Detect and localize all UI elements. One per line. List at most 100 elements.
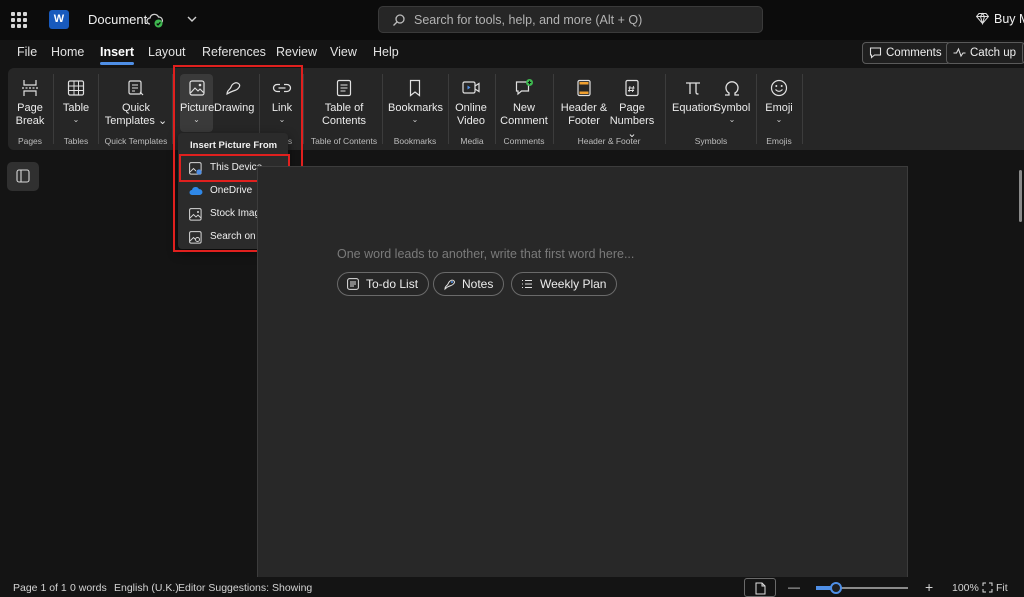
- buy-button[interactable]: Buy M: [976, 12, 1024, 26]
- new-comment-button[interactable]: New Comment: [500, 78, 548, 128]
- vertical-scrollbar[interactable]: [1019, 170, 1022, 222]
- group-label-media: Media: [460, 136, 484, 146]
- ribbon-separator: [665, 74, 666, 144]
- print-layout-view-button[interactable]: [744, 578, 776, 597]
- fit-icon: [982, 582, 993, 593]
- zoom-slider[interactable]: [816, 582, 908, 594]
- emoji-label: Emoji: [765, 102, 793, 114]
- weekly-plan-label: Weekly Plan: [540, 277, 607, 291]
- tab-review[interactable]: Review: [276, 45, 317, 59]
- chevron-down-icon: ⌄: [728, 115, 736, 124]
- ribbon-separator: [495, 74, 496, 144]
- tab-layout[interactable]: Layout: [148, 45, 186, 59]
- tab-home[interactable]: Home: [51, 45, 84, 59]
- word-logo: W: [49, 10, 69, 29]
- zoom-in-button[interactable]: +: [925, 579, 933, 595]
- tab-view[interactable]: View: [330, 45, 357, 59]
- online-video-label-1: Online: [455, 102, 487, 114]
- zoom-out-button[interactable]: —: [788, 580, 800, 594]
- pi-icon: [686, 82, 700, 95]
- group-label-pages: Pages: [17, 136, 43, 146]
- search-input[interactable]: [414, 11, 754, 29]
- tab-references[interactable]: References: [202, 45, 266, 59]
- catch-up-button[interactable]: Catch up: [946, 42, 1024, 64]
- group-label-comments: Comments: [503, 136, 545, 146]
- table-of-contents-button[interactable]: Table of Contents: [318, 78, 370, 128]
- ribbon-separator: [553, 74, 554, 144]
- cloud-saved-icon[interactable]: [146, 11, 164, 29]
- document-title[interactable]: Document: [88, 12, 147, 27]
- online-video-label-2: Video: [457, 115, 485, 127]
- tab-insert[interactable]: Insert: [100, 45, 135, 65]
- bookmarks-button[interactable]: Bookmarks ⌄: [388, 78, 444, 125]
- todo-list-label: To-do List: [366, 277, 419, 291]
- symbol-button[interactable]: Symbol ⌄: [713, 78, 751, 125]
- new-comment-icon: [515, 79, 533, 96]
- comment-icon: [869, 47, 882, 59]
- comments-label: Comments: [886, 47, 942, 59]
- search-box[interactable]: [378, 6, 763, 33]
- table-button[interactable]: Table ⌄: [60, 78, 92, 125]
- quick-templates-label-1: Quick: [121, 102, 151, 114]
- page-numbers-label-1: Page: [619, 102, 645, 114]
- editor-suggestions-status[interactable]: Editor Suggestions: Showing: [178, 582, 312, 594]
- bookmark-icon: [409, 79, 421, 97]
- chip-todo-list[interactable]: To-do List: [337, 272, 430, 296]
- status-bar: Page 1 of 1 0 words English (U.K.) Edito…: [0, 577, 1024, 597]
- navigation-pane-button[interactable]: [7, 162, 39, 191]
- ribbon-separator: [98, 74, 99, 144]
- group-label-symbols: Symbols: [694, 136, 728, 146]
- fit-button[interactable]: Fit: [982, 582, 1008, 594]
- page-break-button[interactable]: Page Break: [14, 78, 46, 128]
- fit-label: Fit: [996, 582, 1008, 594]
- table-icon: [67, 80, 85, 96]
- chip-weekly-plan[interactable]: Weekly Plan: [511, 272, 618, 296]
- chevron-down-icon: ⌄: [411, 115, 419, 124]
- chevron-down-icon[interactable]: [185, 12, 199, 26]
- equation-button[interactable]: Equation: [672, 78, 715, 115]
- search-icon: [393, 14, 405, 26]
- group-label-tables: Tables: [63, 136, 89, 146]
- group-label-bookmarks: Bookmarks: [393, 136, 437, 146]
- chip-notes[interactable]: Notes: [433, 272, 505, 296]
- header-footer-button[interactable]: Header & Footer: [560, 78, 608, 128]
- omega-icon: [725, 81, 739, 96]
- toc-label-2: Contents: [321, 115, 367, 127]
- buy-label: Buy M: [994, 12, 1024, 26]
- page-count[interactable]: Page 1 of 1: [13, 582, 67, 594]
- header-footer-label-1: Header &: [560, 102, 608, 114]
- bookmarks-label: Bookmarks: [388, 102, 444, 114]
- catch-up-label: Catch up: [970, 47, 1017, 59]
- language-status[interactable]: English (U.K.): [114, 582, 179, 594]
- group-label-table-of-contents: Table of Contents: [310, 136, 378, 146]
- page-numbers-icon: [625, 79, 639, 97]
- tab-help[interactable]: Help: [373, 45, 399, 59]
- document-view-icon: [755, 582, 766, 595]
- app-launcher-icon[interactable]: [11, 12, 27, 28]
- page-numbers-button[interactable]: Page Numbers ⌄: [606, 78, 658, 141]
- emoji-button[interactable]: Emoji ⌄: [762, 78, 796, 125]
- tab-file[interactable]: File: [17, 45, 37, 59]
- word-count[interactable]: 0 words: [70, 582, 107, 594]
- ribbon-separator: [756, 74, 757, 144]
- symbol-label: Symbol: [713, 102, 751, 114]
- emoji-icon: [770, 79, 788, 97]
- chevron-down-icon: ⌄: [775, 115, 783, 124]
- comments-button[interactable]: Comments: [862, 42, 951, 64]
- ribbon-separator: [448, 74, 449, 144]
- group-label-emojis: Emojis: [766, 136, 792, 146]
- notes-label: Notes: [462, 277, 494, 291]
- menu-bar: File Home Insert Layout References Revie…: [0, 40, 1024, 68]
- ribbon-separator: [53, 74, 54, 144]
- table-label: Table: [62, 102, 90, 114]
- online-video-button[interactable]: Online Video: [452, 78, 490, 128]
- page-break-label-1: Page: [17, 102, 43, 114]
- document-placeholder[interactable]: One word leads to another, write that fi…: [337, 247, 634, 261]
- zoom-level[interactable]: 100%: [952, 582, 979, 594]
- document-page[interactable]: One word leads to another, write that fi…: [257, 166, 908, 586]
- group-label-quick-templates: Quick Templates: [104, 136, 168, 146]
- quick-templates-button[interactable]: Quick Templates ⌄: [104, 78, 168, 128]
- checklist-icon: [347, 278, 359, 290]
- zoom-slider-thumb[interactable]: [830, 582, 843, 594]
- quick-templates-label-2: Templates ⌄: [104, 115, 168, 127]
